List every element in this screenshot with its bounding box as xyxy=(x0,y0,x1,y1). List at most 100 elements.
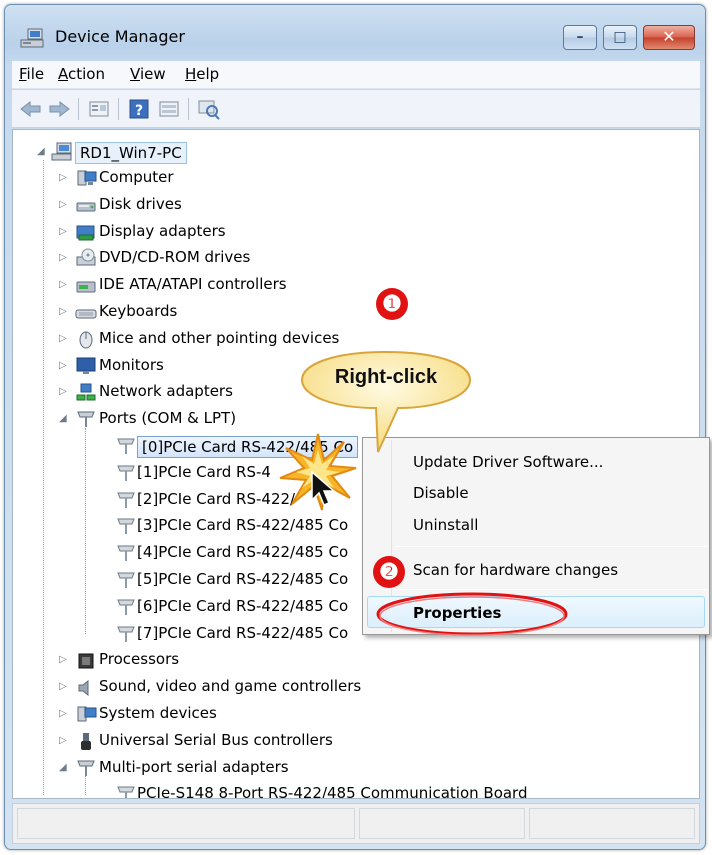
highlight-ellipse xyxy=(376,592,568,636)
tree-category[interactable]: ▷ Display adapters xyxy=(13,220,693,246)
menu-action-rest: ction xyxy=(68,65,105,83)
menu-view-rest: iew xyxy=(139,65,166,83)
tree-guide-line xyxy=(85,776,86,796)
menu-view[interactable]: View xyxy=(130,65,166,83)
expand-arrow-icon[interactable]: ▷ xyxy=(59,709,69,719)
tree-category-label: Processors xyxy=(99,650,180,669)
expand-arrow-icon[interactable]: ▷ xyxy=(59,226,69,237)
expand-arrow-icon[interactable]: ▷ xyxy=(59,199,69,210)
expand-arrow-icon[interactable]: ▷ xyxy=(59,307,69,317)
expand-arrow-icon[interactable]: ▷ xyxy=(59,360,69,371)
tree-category-label: Network adapters xyxy=(99,382,233,401)
serial-port-icon xyxy=(117,545,135,562)
collapse-arrow-icon[interactable]: ◢ xyxy=(59,414,69,424)
sound-icon xyxy=(78,680,89,697)
status-cell xyxy=(359,808,525,839)
serial-port-icon xyxy=(117,786,135,798)
menu-file-rest: ile xyxy=(26,65,45,83)
minimize-icon: – xyxy=(576,29,584,45)
menu-help-accel: H xyxy=(185,65,197,83)
context-menu-item-scan[interactable]: Scan for hardware changes xyxy=(413,561,618,579)
serial-port-icon xyxy=(117,599,135,615)
maximize-button[interactable]: □ xyxy=(603,25,637,50)
network-adapter-icon xyxy=(76,383,96,401)
maximize-icon: □ xyxy=(613,29,627,45)
expand-arrow-icon[interactable]: ▷ xyxy=(59,253,69,263)
monitor-icon xyxy=(76,357,96,374)
collapse-arrow-icon[interactable]: ◢ xyxy=(37,147,47,157)
tree-category-label: IDE ATA/ATAPI controllers xyxy=(99,275,287,294)
menu-help[interactable]: Help xyxy=(185,65,219,83)
context-menu-item-uninstall[interactable]: Uninstall xyxy=(413,516,478,534)
toolbar-separator xyxy=(78,98,79,120)
mouse-icon xyxy=(79,331,93,349)
expand-arrow-icon[interactable]: ▷ xyxy=(59,682,69,692)
toolbar: ? xyxy=(12,90,700,128)
serial-port-icon xyxy=(117,492,135,508)
minimize-button[interactable]: – xyxy=(563,25,597,50)
scan-hardware-icon[interactable] xyxy=(196,97,222,121)
tree-guide-line xyxy=(43,160,44,796)
display-adapter-icon xyxy=(76,225,95,241)
help-icon[interactable]: ? xyxy=(126,97,152,121)
tree-category[interactable]: ▷ DVD/CD-ROM drives xyxy=(13,246,693,272)
forward-arrow-icon[interactable] xyxy=(46,97,72,121)
view-icon[interactable] xyxy=(156,97,182,121)
tree-category[interactable]: ◢ Multi-port serial adapters xyxy=(13,756,693,782)
tree-category-label: Keyboards xyxy=(99,302,178,320)
tree-multiport-label: PCIe-S148 8-Port RS-422/485 Communicatio… xyxy=(137,784,528,799)
tree-guide-line xyxy=(85,428,86,635)
tree-category[interactable]: ▷ IDE ATA/ATAPI controllers xyxy=(13,273,693,299)
tree-category-label: System devices xyxy=(99,704,217,722)
tree-multiport-item[interactable]: PCIe-S148 8-Port RS-422/485 Communicatio… xyxy=(13,782,693,799)
tree-category-label: DVD/CD-ROM drives xyxy=(99,248,251,267)
ide-controller-icon xyxy=(76,281,96,293)
keyboard-icon xyxy=(75,309,97,319)
tree-category[interactable]: ▷ Keyboards xyxy=(13,300,693,326)
tree-category-label: Disk drives xyxy=(99,194,182,213)
close-icon: ✕ xyxy=(662,27,676,46)
expand-arrow-icon[interactable]: ▷ xyxy=(59,333,69,344)
tree-port-label: [6]PCIe Card RS-422/485 Co xyxy=(137,596,349,615)
status-cell xyxy=(529,808,695,839)
computer-root-icon xyxy=(51,142,72,161)
expand-arrow-icon[interactable]: ▷ xyxy=(59,387,69,397)
window-title: Device Manager xyxy=(55,27,185,46)
context-menu-item-disable[interactable]: Disable xyxy=(413,484,469,502)
properties-sheet-icon[interactable] xyxy=(86,97,112,121)
status-bar xyxy=(12,803,700,844)
serial-port-icon xyxy=(117,438,135,454)
tree-port-label: [2]PCIe Card RS-422/ xyxy=(137,489,296,508)
menu-file[interactable]: File xyxy=(19,65,44,83)
expand-arrow-icon[interactable]: ▷ xyxy=(59,280,69,290)
menu-bar: File Action View Help xyxy=(12,61,700,89)
menu-view-accel: V xyxy=(130,65,140,83)
tree-category[interactable]: ▷ System devices xyxy=(13,702,693,728)
menu-action[interactable]: Action xyxy=(58,65,105,83)
expand-arrow-icon[interactable]: ▷ xyxy=(59,655,69,665)
tree-port-label: [5]PCIe Card RS-422/485 Co xyxy=(137,570,349,588)
toolbar-separator xyxy=(118,98,119,120)
tree-category-label: Display adapters xyxy=(99,221,226,240)
step-2-badge: ❷ xyxy=(373,556,405,588)
collapse-arrow-icon[interactable]: ◢ xyxy=(59,762,69,773)
tree-category[interactable]: ▷ Sound, video and game controllers xyxy=(13,675,693,701)
expand-arrow-icon[interactable]: ▷ xyxy=(59,735,69,746)
usb-icon xyxy=(81,732,91,750)
mouse-cursor-icon xyxy=(311,470,337,506)
expand-arrow-icon[interactable]: ▷ xyxy=(59,173,69,183)
tree-category-label: Monitors xyxy=(99,355,164,374)
tree-port-label: [1]PCIe Card RS-4 xyxy=(137,462,271,481)
tree-category[interactable]: ▷ Computer xyxy=(13,166,693,192)
close-button[interactable]: ✕ xyxy=(643,25,695,50)
dvd-drive-icon xyxy=(76,248,96,266)
back-arrow-icon[interactable] xyxy=(18,97,44,121)
tree-root[interactable]: ◢ RD1_Win7-PC xyxy=(13,140,313,166)
tree-category[interactable]: ▷ Universal Serial Bus controllers xyxy=(13,729,693,755)
tree-category-label: Sound, video and game controllers xyxy=(99,677,362,696)
status-cell xyxy=(17,808,355,839)
processor-icon xyxy=(78,653,94,669)
tree-category[interactable]: ▷ Processors xyxy=(13,648,693,674)
title-bar[interactable]: Device Manager – □ ✕ xyxy=(5,5,705,61)
tree-category[interactable]: ▷ Disk drives xyxy=(13,193,693,219)
